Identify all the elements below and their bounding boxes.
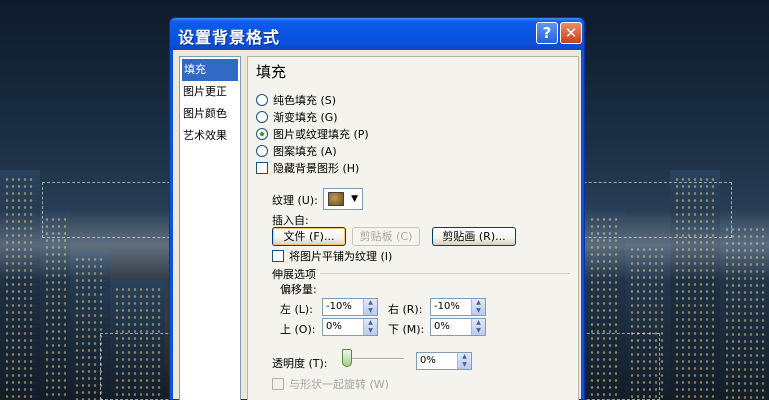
radio-solid-fill[interactable] — [256, 94, 268, 106]
spinner-arrows-icon[interactable]: ▲ ▼ — [457, 353, 471, 369]
dialog-title: 设置背景格式 — [178, 28, 281, 47]
transparency-slider-track[interactable] — [346, 358, 404, 360]
offset-label: 偏移量: — [280, 283, 317, 296]
option-hide-background-graphics[interactable]: 隐藏背景图形 (H) — [256, 161, 359, 177]
option-label: 渐变填充 (G) — [273, 111, 338, 124]
fill-panel: 填充 纯色填充 (S) 渐变填充 (G) 图片或纹理填充 (P) 图案填充 (A… — [247, 56, 579, 400]
option-solid-fill[interactable]: 纯色填充 (S) — [256, 93, 336, 109]
texture-dropdown[interactable]: ▼ — [323, 188, 363, 210]
option-picture-texture-fill[interactable]: 图片或纹理填充 (P) — [256, 127, 369, 143]
dialog-client: 填充 图片更正 图片颜色 艺术效果 填充 纯色填充 (S) 渐变填充 (G) 图… — [173, 50, 581, 400]
dialog-titlebar[interactable]: 设置背景格式 ? ✕ — [170, 18, 584, 50]
option-label: 将图片平铺为纹理 (I) — [289, 250, 393, 263]
left-offset-label: 左 (L): — [280, 303, 313, 316]
nav-item-artistic-effects[interactable]: 艺术效果 — [180, 125, 240, 147]
option-rotate-with-shape[interactable]: 与形状一起旋转 (W) — [272, 377, 389, 393]
spinner-arrows-icon[interactable]: ▲ ▼ — [363, 319, 377, 335]
spinner-arrows-icon[interactable]: ▲ ▼ — [363, 299, 377, 315]
texture-swatch-icon — [328, 192, 344, 206]
top-offset-spinner[interactable]: 0% ▲ ▼ — [322, 318, 378, 336]
bottom-offset-value: 0% — [434, 321, 450, 332]
spinner-arrows-icon[interactable]: ▲ ▼ — [471, 299, 485, 315]
category-list: 填充 图片更正 图片颜色 艺术效果 — [179, 56, 241, 400]
checkbox-tile-picture[interactable] — [272, 250, 284, 262]
transparency-spinner[interactable]: 0% ▲ ▼ — [416, 352, 472, 370]
bottom-offset-spinner[interactable]: 0% ▲ ▼ — [430, 318, 486, 336]
format-background-dialog: 设置背景格式 ? ✕ 填充 图片更正 图片颜色 艺术效果 填充 纯色填充 (S)… — [169, 17, 585, 400]
background-building — [0, 170, 40, 400]
insert-from-label: 插入自: — [272, 214, 309, 227]
right-offset-value: -10% — [434, 301, 460, 312]
checkbox-rotate-with-shape[interactable] — [272, 378, 284, 390]
top-offset-label: 上 (O): — [280, 323, 316, 336]
right-offset-spinner[interactable]: -10% ▲ ▼ — [430, 298, 486, 316]
option-label: 纯色填充 (S) — [273, 94, 337, 107]
option-label: 隐藏背景图形 (H) — [273, 162, 360, 175]
section-title: 填充 — [256, 63, 287, 81]
option-label: 图案填充 (A) — [273, 145, 337, 158]
top-offset-value: 0% — [326, 321, 342, 332]
nav-item-picture-color[interactable]: 图片颜色 — [180, 103, 240, 125]
spinner-arrows-icon[interactable]: ▲ ▼ — [471, 319, 485, 335]
chevron-down-icon: ▼ — [351, 194, 358, 204]
nav-item-fill[interactable]: 填充 — [182, 59, 238, 81]
radio-picture-texture-fill[interactable] — [256, 128, 268, 140]
texture-label: 纹理 (U): — [272, 194, 318, 207]
option-tile-picture[interactable]: 将图片平铺为纹理 (I) — [272, 249, 392, 265]
help-button[interactable]: ? — [536, 22, 558, 44]
clipboard-button[interactable]: 剪贴板 (C) — [352, 227, 420, 246]
group-divider — [320, 273, 570, 274]
option-label: 与形状一起旋转 (W) — [289, 378, 389, 391]
left-offset-spinner[interactable]: -10% ▲ ▼ — [322, 298, 378, 316]
close-button[interactable]: ✕ — [560, 22, 582, 44]
option-gradient-fill[interactable]: 渐变填充 (G) — [256, 110, 338, 126]
bottom-offset-label: 下 (M): — [388, 323, 425, 336]
transparency-value: 0% — [420, 355, 436, 366]
option-pattern-fill[interactable]: 图案填充 (A) — [256, 144, 337, 160]
transparency-slider-thumb[interactable] — [342, 349, 352, 367]
transparency-label: 透明度 (T): — [272, 357, 328, 370]
left-offset-value: -10% — [326, 301, 352, 312]
radio-gradient-fill[interactable] — [256, 111, 268, 123]
right-offset-label: 右 (R): — [388, 303, 423, 316]
option-label: 图片或纹理填充 (P) — [273, 128, 369, 141]
clipart-button[interactable]: 剪贴画 (R)... — [432, 227, 516, 246]
radio-pattern-fill[interactable] — [256, 145, 268, 157]
nav-item-picture-corrections[interactable]: 图片更正 — [180, 81, 240, 103]
stretch-options-label: 伸展选项 — [272, 268, 316, 281]
file-button[interactable]: 文件 (F)... — [272, 227, 346, 246]
checkbox-hide-background-graphics[interactable] — [256, 162, 268, 174]
